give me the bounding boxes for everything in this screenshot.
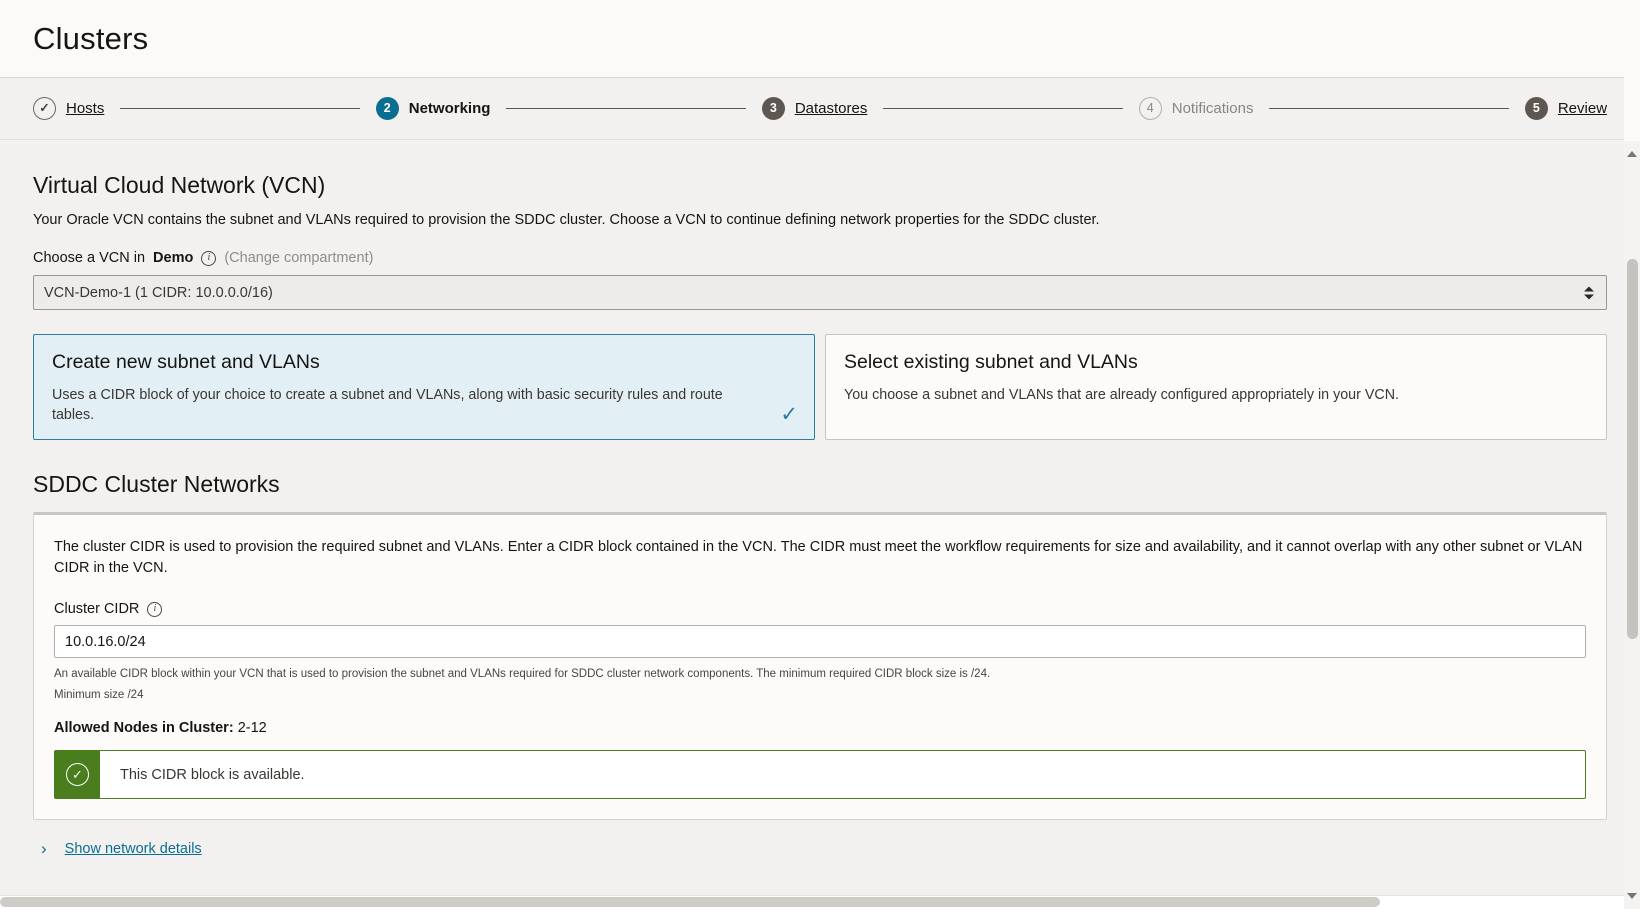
show-network-details-row[interactable]: › Show network details	[33, 840, 1607, 857]
step-review[interactable]: 5 Review	[1524, 97, 1607, 120]
chevron-down-icon	[1584, 294, 1594, 300]
step-hosts-label[interactable]: Hosts	[66, 100, 104, 117]
cluster-cidr-label-row: Cluster CIDR i	[54, 601, 1586, 617]
cluster-cidr-input[interactable]: 10.0.16.0/24	[54, 625, 1586, 659]
step-notifications: 4 Notifications	[1138, 97, 1254, 120]
step-review-number: 5	[1524, 97, 1548, 120]
vertical-scrollbar-thumb[interactable]	[1627, 259, 1638, 639]
cluster-cidr-minimum-size: Minimum size /24	[54, 689, 144, 702]
vcn-section-description: Your Oracle VCN contains the subnet and …	[33, 211, 1100, 228]
option-card-select-existing-title: Select existing subnet and VLANs	[844, 351, 1138, 374]
step-datastores-label[interactable]: Datastores	[795, 100, 868, 117]
step-notifications-label: Notifications	[1171, 100, 1254, 117]
panel-description: The cluster CIDR is used to provision th…	[54, 539, 1583, 577]
allowed-nodes-row: Allowed Nodes in Cluster: 2-12	[54, 720, 1586, 736]
choose-vcn-label-row: Choose a VCN in Demo i (Change compartme…	[33, 250, 1607, 266]
cidr-availability-banner: ✓ This CIDR block is available.	[54, 750, 1586, 800]
networks-section-title: SDDC Cluster Networks	[33, 470, 280, 497]
step-connector	[883, 107, 1123, 110]
option-card-select-existing-description: You choose a subnet and VLANs that are a…	[844, 386, 1400, 403]
sddc-cluster-networks-panel: The cluster CIDR is used to provision th…	[33, 512, 1607, 821]
header-right-edge	[1624, 0, 1640, 141]
choose-vcn-prefix: Choose a VCN in	[33, 250, 146, 267]
step-notifications-number: 4	[1138, 97, 1162, 120]
step-networking-number: 2	[375, 97, 399, 120]
cidr-availability-text: This CIDR block is available.	[120, 766, 305, 783]
check-icon: ✓	[780, 402, 798, 426]
vcn-section-title: Virtual Cloud Network (VCN)	[33, 172, 326, 198]
main-content: Virtual Cloud Network (VCN) Your Oracle …	[0, 141, 1640, 909]
info-icon[interactable]: i	[147, 601, 163, 617]
step-datastores[interactable]: 3 Datastores	[761, 97, 868, 120]
horizontal-scrollbar[interactable]	[0, 895, 1624, 909]
chevron-right-icon[interactable]: ›	[41, 840, 47, 857]
scroll-down-arrow-icon[interactable]	[1627, 893, 1637, 899]
step-hosts-check-icon: ✓	[33, 97, 56, 120]
step-connector	[1269, 107, 1509, 110]
allowed-nodes-value: 2-12	[237, 720, 267, 737]
chevron-up-icon	[1584, 286, 1594, 292]
page-header: Clusters	[0, 0, 1640, 78]
allowed-nodes-label: Allowed Nodes in Cluster:	[54, 720, 234, 737]
option-card-create-new[interactable]: Create new subnet and VLANs Uses a CIDR …	[33, 334, 815, 440]
option-card-create-new-title: Create new subnet and VLANs	[52, 351, 320, 374]
step-connector	[506, 107, 746, 110]
horizontal-scrollbar-thumb[interactable]	[0, 897, 1380, 907]
option-card-create-new-description: Uses a CIDR block of your choice to crea…	[52, 386, 723, 423]
cluster-cidr-label: Cluster CIDR	[54, 601, 140, 618]
chevron-updown-icon[interactable]	[1584, 286, 1594, 300]
cluster-cidr-hint: An available CIDR block within your VCN …	[54, 668, 991, 681]
success-check-glyph: ✓	[66, 763, 89, 787]
info-icon[interactable]: i	[201, 250, 217, 266]
compartment-name: Demo	[153, 250, 194, 267]
step-datastores-number: 3	[761, 97, 785, 120]
page-title: Clusters	[33, 20, 149, 56]
success-check-icon: ✓	[55, 751, 100, 799]
vcn-select[interactable]: VCN-Demo-1 (1 CIDR: 10.0.0.0/16)	[33, 275, 1607, 311]
show-network-details-link[interactable]: Show network details	[65, 841, 202, 857]
step-hosts[interactable]: ✓ Hosts	[33, 97, 104, 120]
scroll-up-arrow-icon[interactable]	[1627, 151, 1637, 157]
step-review-label[interactable]: Review	[1558, 100, 1607, 117]
wizard-stepper: ✓ Hosts 2 Networking 3 Datastores 4 Noti…	[0, 78, 1640, 140]
vertical-scrollbar[interactable]	[1624, 141, 1640, 909]
change-compartment-link[interactable]: (Change compartment)	[224, 250, 373, 266]
step-connector	[120, 107, 360, 110]
step-networking-label: Networking	[408, 100, 491, 117]
step-networking[interactable]: 2 Networking	[375, 97, 491, 120]
option-card-select-existing[interactable]: Select existing subnet and VLANs You cho…	[825, 334, 1607, 440]
vcn-select-value: VCN-Demo-1 (1 CIDR: 10.0.0.0/16)	[44, 284, 273, 301]
cluster-cidr-value: 10.0.16.0/24	[65, 633, 146, 650]
subnet-option-cards: Create new subnet and VLANs Uses a CIDR …	[33, 334, 1607, 440]
